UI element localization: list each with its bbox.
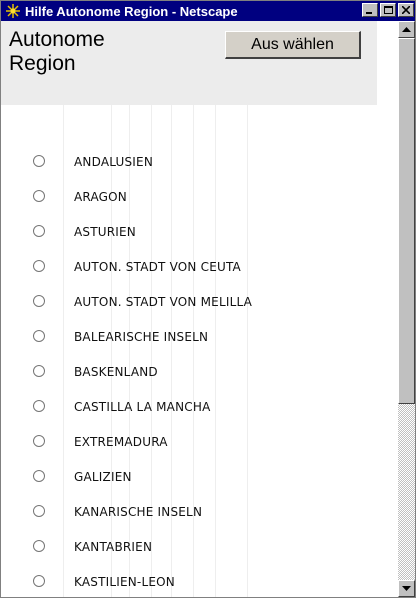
scroll-down-arrow-icon[interactable] — [398, 580, 415, 597]
netscape-icon[interactable] — [5, 3, 21, 19]
region-radio[interactable] — [33, 225, 45, 237]
region-radio[interactable] — [33, 155, 45, 167]
region-radio[interactable] — [33, 400, 45, 412]
select-button[interactable]: Aus wählen — [225, 31, 361, 59]
region-radio[interactable] — [33, 295, 45, 307]
region-label[interactable]: CASTILLA LA MANCHA — [74, 400, 210, 414]
region-label[interactable]: KANARISCHE INSELN — [74, 505, 202, 519]
region-row[interactable]: EXTREMADURA — [1, 435, 377, 470]
page-content: Autonome Region Aus wählen ANDALUSIEN ARA… — [1, 21, 398, 597]
region-radio[interactable] — [33, 575, 45, 587]
maximize-icon[interactable] — [380, 3, 396, 17]
region-label[interactable]: AUTON. STADT VON CEUTA — [74, 260, 241, 274]
region-radio[interactable] — [33, 190, 45, 202]
region-radio[interactable] — [33, 505, 45, 517]
region-radio[interactable] — [33, 540, 45, 552]
window-title: Hilfe Autonome Region - Netscape — [25, 3, 238, 19]
minimize-icon[interactable] — [362, 3, 378, 17]
region-radio[interactable] — [33, 330, 45, 342]
region-list: ANDALUSIEN ARAGON ASTURIEN AUTON. STADT VON… — [1, 155, 377, 597]
region-label[interactable]: GALIZIEN — [74, 470, 132, 484]
region-label[interactable]: KASTILIEN-LEON — [74, 575, 175, 589]
region-label[interactable]: AUTON. STADT VON MELILLA — [74, 295, 252, 309]
region-label[interactable]: KANTABRIEN — [74, 540, 152, 554]
region-radio[interactable] — [33, 435, 45, 447]
region-row[interactable]: AUTON. STADT VON CEUTA — [1, 260, 377, 295]
scrollbar-thumb[interactable] — [398, 38, 415, 404]
browser-window: Hilfe Autonome Region - Netscape Autonom… — [0, 0, 416, 598]
region-row[interactable]: BASKENLAND — [1, 365, 377, 400]
region-row[interactable]: ANDALUSIEN — [1, 155, 377, 190]
region-radio[interactable] — [33, 365, 45, 377]
region-label[interactable]: ANDALUSIEN — [74, 155, 153, 169]
region-row[interactable]: ARAGON — [1, 190, 377, 225]
close-icon[interactable] — [398, 3, 414, 17]
vertical-scrollbar[interactable] — [398, 21, 415, 597]
title-bar[interactable]: Hilfe Autonome Region - Netscape — [1, 1, 415, 21]
region-label[interactable]: EXTREMADURA — [74, 435, 168, 449]
region-row[interactable]: KANTABRIEN — [1, 540, 377, 575]
scroll-up-arrow-icon[interactable] — [398, 21, 415, 38]
region-label[interactable]: BALEARISCHE INSELN — [74, 330, 208, 344]
region-row[interactable]: GALIZIEN — [1, 470, 377, 505]
region-label[interactable]: ASTURIEN — [74, 225, 136, 239]
region-row[interactable]: KASTILIEN-LEON — [1, 575, 377, 597]
region-row[interactable]: ASTURIEN — [1, 225, 377, 260]
region-label[interactable]: BASKENLAND — [74, 365, 158, 379]
region-radio[interactable] — [33, 260, 45, 272]
page-title: Autonome Region — [9, 28, 105, 75]
region-row[interactable]: CASTILLA LA MANCHA — [1, 400, 377, 435]
region-label[interactable]: ARAGON — [74, 190, 127, 204]
region-radio[interactable] — [33, 470, 45, 482]
region-row[interactable]: AUTON. STADT VON MELILLA — [1, 295, 377, 330]
region-row[interactable]: BALEARISCHE INSELN — [1, 330, 377, 365]
header-band: Autonome Region Aus wählen — [1, 21, 377, 105]
region-row[interactable]: KANARISCHE INSELN — [1, 505, 377, 540]
